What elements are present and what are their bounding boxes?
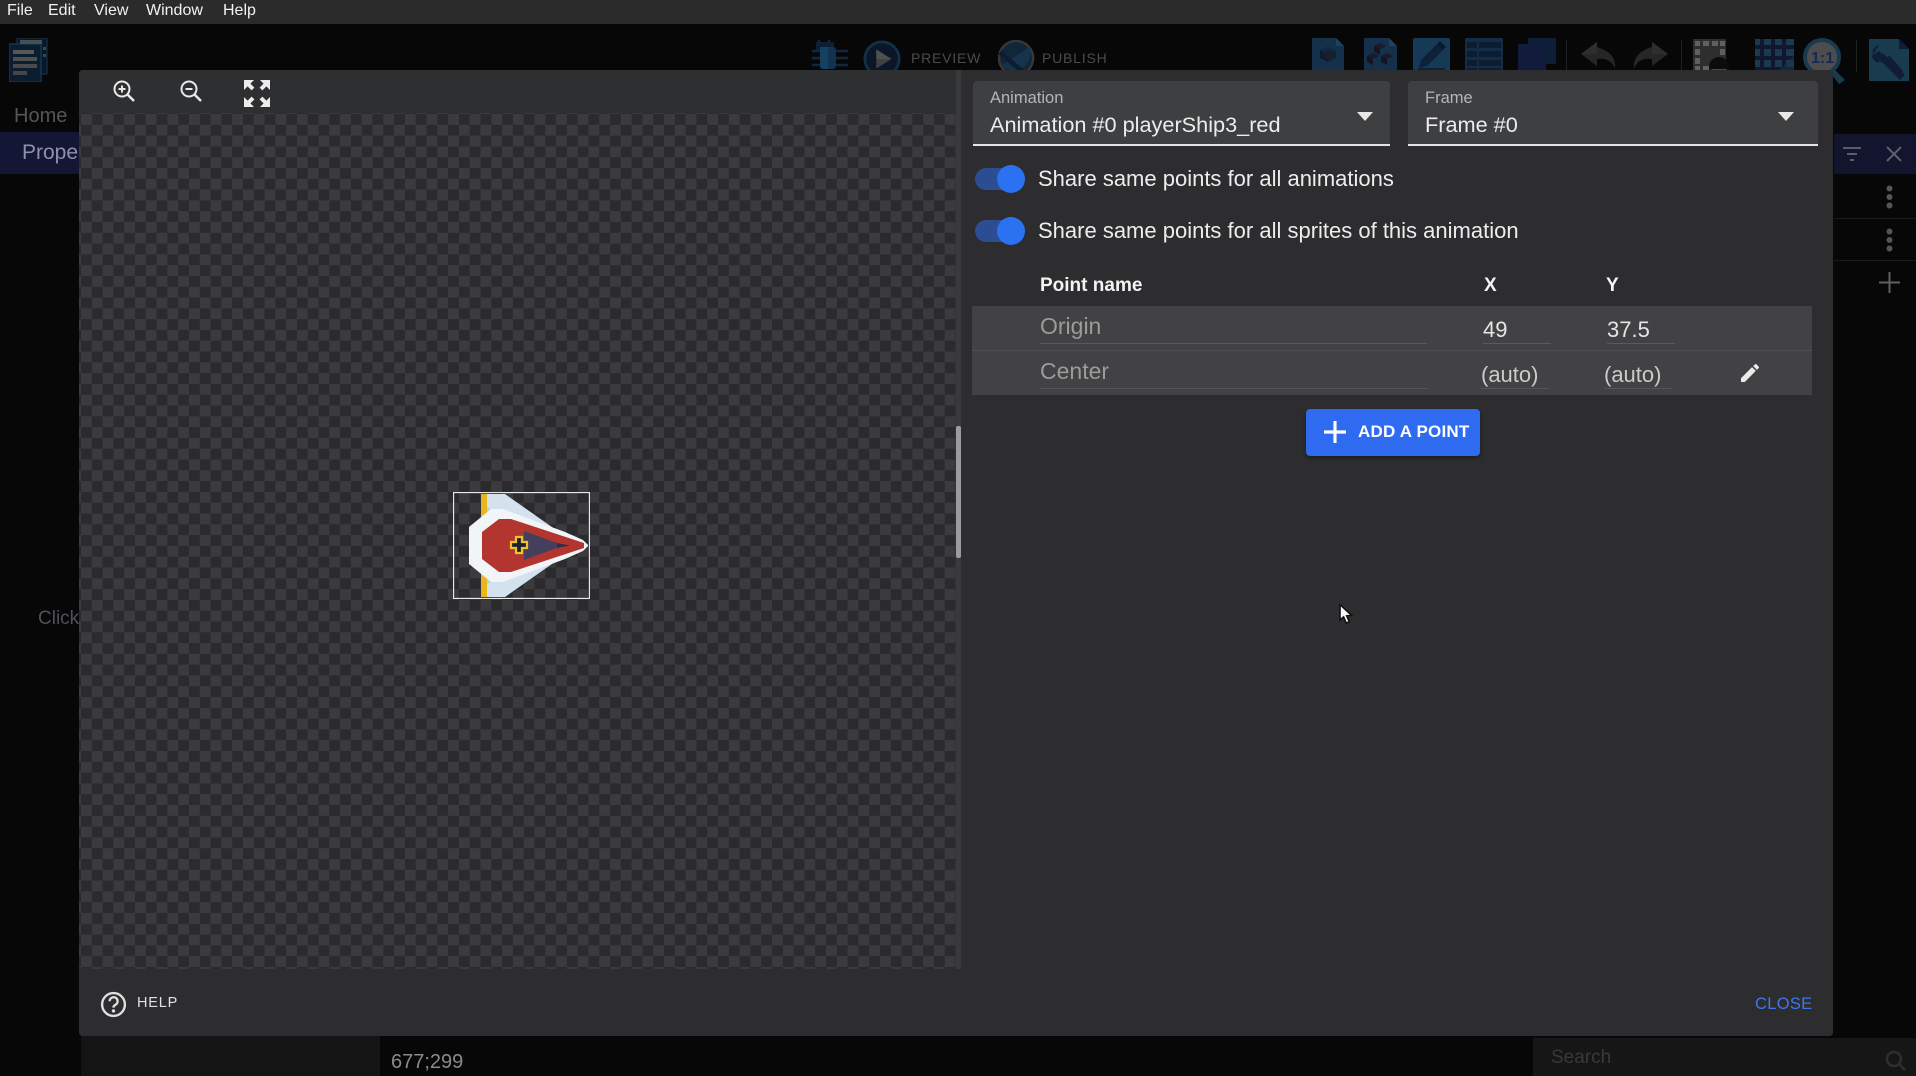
svg-text:1:1: 1:1 [1811,50,1834,67]
